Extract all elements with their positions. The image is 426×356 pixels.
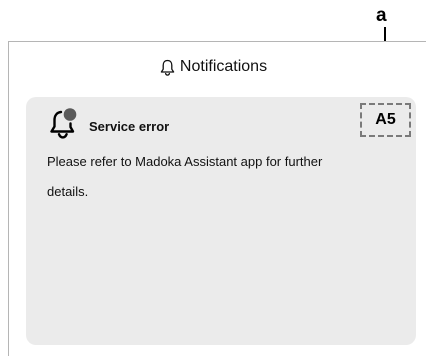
error-code-badge: A5 <box>360 103 411 137</box>
bell-with-dot-icon <box>50 108 77 139</box>
notification-message: Please refer to Madoka Assistant app for… <box>47 154 323 199</box>
bell-outline-icon <box>160 59 175 76</box>
callout-label: a <box>376 5 387 26</box>
screen-header: Notifications <box>5 58 422 76</box>
device-screen: Notifications Service error A5 Please re… <box>8 41 426 356</box>
notification-title: Service error <box>89 119 170 134</box>
manual-figure: a Notifications Service error A5 Please … <box>0 0 426 356</box>
notification-card[interactable]: Service error A5 Please refer to Madoka … <box>26 97 416 345</box>
page-title: Notifications <box>179 58 268 75</box>
